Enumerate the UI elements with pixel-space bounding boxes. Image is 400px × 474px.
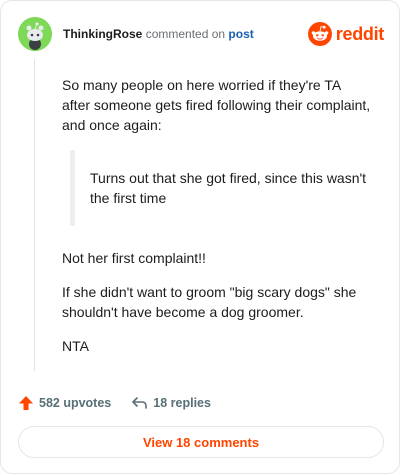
reddit-wordmark: reddit xyxy=(335,23,385,44)
blockquote-text: Turns out that she got fired, since this… xyxy=(90,170,367,206)
reply-arrow-icon xyxy=(132,397,148,409)
comment-header: ThinkingRose commented on post reddit xyxy=(18,17,384,51)
replies-stat[interactable]: 18 replies xyxy=(131,396,211,410)
upvotes-stat[interactable]: 582 upvotes xyxy=(18,395,111,411)
upvotes-count: 582 upvotes xyxy=(39,396,112,410)
reddit-logo[interactable]: reddit xyxy=(307,21,385,47)
post-link[interactable]: post xyxy=(228,27,253,41)
blockquote: Turns out that she got fired, since this… xyxy=(70,150,372,226)
avatar[interactable] xyxy=(18,17,52,51)
comment-paragraph: Not her first complaint!! xyxy=(62,250,206,266)
comment-embed-card: ThinkingRose commented on post reddit So… xyxy=(0,0,400,474)
replies-count: 18 replies xyxy=(153,396,211,410)
view-comments-button[interactable]: View 18 comments xyxy=(18,426,384,458)
upvote-arrow-icon xyxy=(19,396,33,410)
comment-stats: 582 upvotes 18 replies xyxy=(18,392,211,414)
thread-line xyxy=(34,59,35,371)
snoo-avatar-icon xyxy=(18,17,52,51)
comment-paragraph: If she didn't want to groom "big scary d… xyxy=(62,284,357,320)
blockquote-bar xyxy=(70,150,75,226)
reddit-snoo-icon xyxy=(307,22,332,46)
comment-meta: ThinkingRose commented on post xyxy=(63,26,254,42)
comment-paragraph: NTA xyxy=(62,338,89,354)
comment-body: So many people on here worried if they'r… xyxy=(62,75,372,370)
username-link[interactable]: ThinkingRose xyxy=(63,27,142,41)
comment-paragraph: So many people on here worried if they'r… xyxy=(62,77,371,133)
action-text: commented on xyxy=(145,27,226,41)
